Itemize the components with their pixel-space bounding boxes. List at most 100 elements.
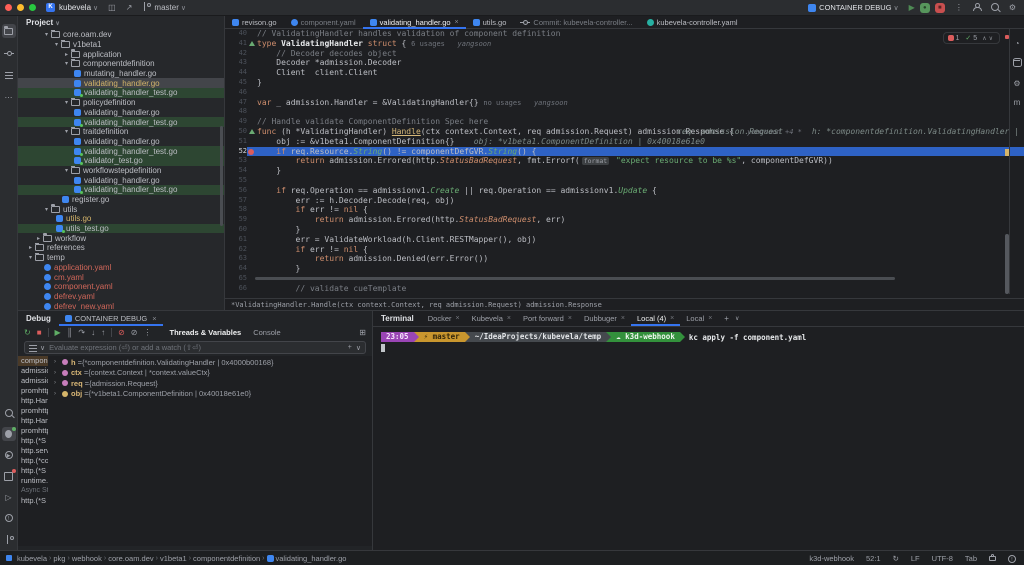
search-icon[interactable] <box>2 406 16 420</box>
stack-frame[interactable]: runtime.( <box>18 476 48 486</box>
breadcrumb-item[interactable]: kubevela <box>17 554 47 563</box>
tree-file-utils_test.go[interactable]: utils_test.go <box>18 223 224 234</box>
indent-widget[interactable]: Tab <box>965 554 977 563</box>
debug-running-button[interactable]: ● <box>919 2 930 13</box>
variable-row-obj[interactable]: › obj = {*v1beta1.ComponentDefinition | 0… <box>54 389 372 400</box>
resume-icon[interactable]: ▶ <box>55 328 61 337</box>
stop-button[interactable]: ■ <box>934 2 945 13</box>
tree-folder-traitdefinition[interactable]: ▾ traitdefinition <box>18 126 224 137</box>
debug-run-icon[interactable]: ▶ <box>909 3 915 12</box>
tree-folder-references[interactable]: ▸ references <box>18 243 224 253</box>
implemented-icon[interactable] <box>249 128 255 134</box>
tree-file-application.yaml[interactable]: application.yaml <box>18 263 224 273</box>
layout-settings-icon[interactable]: ⊞ <box>359 328 366 337</box>
stack-frame[interactable]: http.(*S <box>18 466 48 476</box>
close-icon[interactable]: × <box>568 315 572 322</box>
evaluate-expression-input[interactable] <box>45 343 348 352</box>
editor-tab-validating_handler.go[interactable]: validating_handler.go × <box>362 16 466 29</box>
debug-tab-Threads & Variables[interactable]: Threads & Variables <box>169 328 241 337</box>
step-over-icon[interactable]: ↷ <box>78 328 85 337</box>
add-user-icon[interactable] <box>972 2 982 13</box>
settings-gear-icon[interactable]: ⚙ <box>1009 3 1016 12</box>
readonly-lock-icon[interactable] <box>989 553 996 563</box>
tree-file-defrev_new.yaml[interactable]: defrev_new.yaml <box>18 301 224 310</box>
view-breakpoints-icon[interactable]: ⊘ <box>118 328 125 337</box>
tree-folder-componentdefinition[interactable]: ▾ componentdefinition <box>18 59 224 69</box>
open-in-new-icon[interactable]: ↗ <box>126 3 133 12</box>
run-anything-icon[interactable]: ▶ <box>2 448 16 462</box>
close-icon[interactable]: × <box>456 315 460 322</box>
close-icon[interactable]: × <box>507 315 511 322</box>
tree-file-validator_test.go[interactable]: validator_test.go <box>18 155 224 166</box>
tree-file-validating_handler_test.go[interactable]: validating_handler_test.go <box>18 88 224 98</box>
sync-icon[interactable]: ↻ <box>893 554 899 563</box>
stack-frame[interactable]: http.(*S <box>18 436 48 446</box>
tree-folder-utils[interactable]: ▾ utils <box>18 204 224 214</box>
services-icon[interactable] <box>2 469 16 483</box>
breadcrumb-item[interactable]: v1beta1 <box>160 554 187 563</box>
debug-tab-Console[interactable]: Console <box>253 328 281 337</box>
stack-frame[interactable]: http.Han <box>18 416 48 426</box>
tree-file-validating_handler_test.go[interactable]: validating_handler_test.go <box>18 117 224 127</box>
stack-frame[interactable]: promhttp <box>18 426 48 436</box>
stack-frame[interactable]: Async Sta <box>18 486 48 496</box>
encoding-widget[interactable]: UTF-8 <box>932 554 953 563</box>
database-icon[interactable] <box>1012 58 1022 69</box>
line-separator-widget[interactable]: LF <box>911 554 920 563</box>
debug-icon[interactable] <box>1 427 16 441</box>
inspections-widget[interactable]: 1 ✓ 5 ∧∨ <box>942 32 1000 44</box>
chevron-down-icon[interactable]: ∨ <box>356 344 361 352</box>
terminal-tab-Docker[interactable]: Docker × <box>422 311 466 326</box>
frames-view-icon[interactable] <box>29 344 37 351</box>
stack-frame[interactable]: http.Han <box>18 396 48 406</box>
close-icon[interactable]: × <box>455 19 459 26</box>
tree-folder-v1beta1[interactable]: ▾ v1beta1 <box>18 39 224 50</box>
terminal-output[interactable]: 23:05 ⚡ master ~/IdeaProjects/kubevela/tem… <box>373 327 1024 359</box>
project-name[interactable]: kubevela <box>59 3 91 12</box>
tree-file-validating_handler_test.go[interactable]: validating_handler_test.go <box>18 185 224 195</box>
stop-icon[interactable]: ■ <box>37 328 42 337</box>
macos-close-button[interactable] <box>5 4 12 11</box>
chevron-icon[interactable]: ▸ <box>34 235 43 242</box>
stack-frame[interactable]: http.serv <box>18 446 48 456</box>
tree-folder-application[interactable]: ▸ application <box>18 49 224 59</box>
editor-tab-utils.go[interactable]: utils.go <box>466 16 514 28</box>
tree-file-validating_handler.go[interactable]: validating_handler.go <box>18 78 224 89</box>
chevron-icon[interactable]: ▾ <box>42 31 51 38</box>
project-panel-header[interactable]: Project ∨ <box>18 16 224 30</box>
stack-frame[interactable]: admissio <box>18 376 48 386</box>
chevron-icon[interactable]: ▸ <box>26 244 35 251</box>
tree-folder-policydefinition[interactable]: ▾ policydefinition <box>18 97 224 108</box>
breadcrumb-item[interactable]: validating_handler.go <box>276 554 347 563</box>
mute-breakpoints-icon[interactable]: ⊘ <box>131 328 138 337</box>
tree-file-validating_handler.go[interactable]: validating_handler.go <box>18 137 224 147</box>
code-editor[interactable]: 40// ValidatingHandler handles validatio… <box>225 29 1024 294</box>
tree-file-mutating_handler.go[interactable]: mutating_handler.go <box>18 69 224 79</box>
next-prev-icons[interactable]: ∧∨ <box>982 35 995 42</box>
breadcrumb-item[interactable]: core.oam.dev <box>108 554 153 563</box>
more-icon[interactable]: ⋮ <box>143 328 151 337</box>
close-icon[interactable]: × <box>670 315 674 322</box>
macos-zoom-button[interactable] <box>29 4 36 11</box>
tree-folder-core.oam.dev[interactable]: ▾ core.oam.dev <box>18 30 224 40</box>
chevron-icon[interactable]: ▾ <box>42 206 51 213</box>
dependencies-icon[interactable]: ⚙ <box>1013 79 1020 88</box>
git-branch-icon[interactable] <box>2 532 16 546</box>
stack-frame[interactable]: promhttp <box>18 386 48 396</box>
stack-frame[interactable]: http.(*co <box>18 456 48 466</box>
terminal-tab-Dubbuger[interactable]: Dubbuger × <box>578 311 631 326</box>
chevron-icon[interactable]: ▸ <box>62 51 71 58</box>
new-terminal-tab-icon[interactable]: + <box>724 314 729 323</box>
tree-file-validating_handler.go[interactable]: validating_handler.go <box>18 108 224 118</box>
breadcrumb-item[interactable]: webhook <box>72 554 102 563</box>
chevron-icon[interactable]: ▾ <box>62 60 71 67</box>
editor-horizontal-scrollbar[interactable] <box>255 277 895 280</box>
editor-tab-component.yaml[interactable]: component.yaml <box>284 16 363 28</box>
tree-file-cm.yaml[interactable]: cm.yaml <box>18 272 224 282</box>
editor-tab-kubevela-controller.yaml[interactable]: kubevela-controller.yaml <box>640 16 745 28</box>
chevron-icon[interactable]: ▾ <box>62 128 71 135</box>
close-icon[interactable]: × <box>152 314 156 323</box>
tree-file-component.yaml[interactable]: component.yaml <box>18 282 224 292</box>
project-folder-icon[interactable] <box>1 24 16 38</box>
terminal-tab-Port forward[interactable]: Port forward × <box>517 311 578 326</box>
